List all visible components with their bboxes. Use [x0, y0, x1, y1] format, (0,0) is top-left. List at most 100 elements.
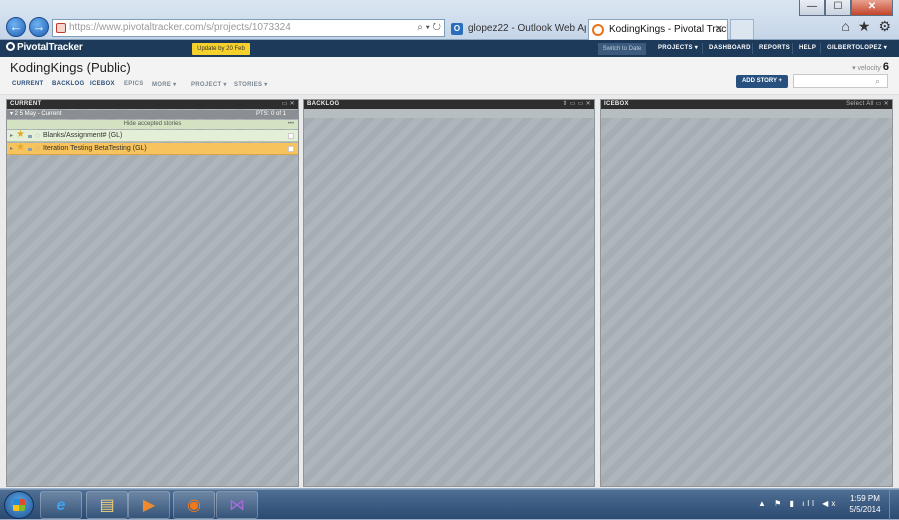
tab-more[interactable]: MORE ▾ [152, 81, 176, 88]
iteration-points: PTS: 0 of 1 [255, 111, 286, 117]
taskbar: e ▤ ▶ ◉ ⋈ ▲ ⚑ ▮ ıll ◀x 1:59 PM 5/5/2014 [0, 489, 899, 520]
panel-shade [601, 109, 892, 118]
current-panel: CURRENT ▭ ✕ ▾ 2 5 May - Current PTS: 0 o… [6, 99, 299, 487]
tray-clock[interactable]: 1:59 PM 5/5/2014 [845, 493, 885, 515]
nav-divider [820, 43, 821, 54]
nav-help[interactable]: HELP [799, 40, 816, 57]
system-tray-icons[interactable]: ▲ ⚑ ▮ ıll ◀x [758, 499, 838, 508]
browser-chrome: — ☐ ✕ ← → https://www.pivotaltracker.com… [0, 0, 899, 40]
url-text: https://www.pivotaltracker.com/s/project… [69, 22, 291, 33]
velocity-value: 6 [882, 61, 889, 73]
icebox-panel: ICEBOX Select All ▭ ✕ [600, 99, 893, 487]
internet-explorer-icon[interactable]: e [40, 491, 82, 519]
nav-projects[interactable]: PROJECTS ▾ [658, 40, 698, 57]
outlook-icon: O [451, 23, 463, 35]
panel-title: BACKLOG [307, 101, 340, 107]
expand-arrow-icon[interactable]: ▸ [10, 143, 13, 155]
project-bar: KodingKings (Public) ▾ velocity 6 CURRENT… [0, 57, 899, 95]
current-panel-header: CURRENT ▭ ✕ [7, 100, 298, 109]
tab-project[interactable]: PROJECT ▾ [191, 81, 227, 88]
tab-outlook[interactable]: O glopez22 - Outlook Web App [448, 19, 586, 40]
backlog-panel: BACKLOG ⇕ ▭ ▭ ✕ [303, 99, 595, 487]
backlog-panel-header: BACKLOG ⇕ ▭ ▭ ✕ [304, 100, 594, 109]
tab-stories[interactable]: STORIES ▾ [234, 81, 268, 88]
tab-current[interactable]: CURRENT [12, 81, 43, 87]
panel-shade [304, 109, 594, 118]
tab-label: glopez22 - Outlook Web App [468, 23, 586, 34]
panel-tools-icon[interactable]: Select All ▭ ✕ [846, 100, 889, 109]
window-controls: — ☐ ✕ [799, 0, 893, 16]
forward-button[interactable]: → [29, 17, 49, 37]
show-desktop-button[interactable] [889, 490, 899, 520]
story-title: Blanks/Assignment# (GL) [43, 132, 123, 139]
star-icon[interactable]: ★ [16, 129, 25, 141]
switch-to-date-button[interactable]: Switch to Date [598, 43, 646, 55]
panel-tools-icon[interactable]: ▭ ✕ [282, 100, 295, 109]
close-tab-icon[interactable]: ✕ [715, 20, 723, 40]
nav-reports[interactable]: REPORTS [759, 40, 790, 57]
estimate-bar-icon [28, 135, 32, 138]
search-input[interactable] [793, 74, 888, 88]
minimize-button[interactable]: — [799, 0, 825, 16]
hide-accepted-toggle[interactable]: Hide accepted stories ••• [7, 120, 298, 129]
back-button[interactable]: ← [6, 17, 26, 37]
settings-gear-icon[interactable]: ⚙ [878, 18, 891, 35]
maximize-button[interactable]: ☐ [825, 0, 851, 16]
velocity-label: ▾ velocity [852, 65, 881, 72]
comment-icon: ◌ [35, 131, 40, 140]
clock-date: 5/5/2014 [849, 505, 881, 514]
velocity-indicator[interactable]: ▾ velocity 6 [852, 61, 889, 73]
nav-divider [752, 43, 753, 54]
file-explorer-icon[interactable]: ▤ [86, 491, 128, 519]
icebox-panel-header: ICEBOX Select All ▭ ✕ [601, 100, 892, 109]
tab-epics[interactable]: EPICS [124, 81, 144, 87]
more-dots-icon[interactable]: ••• [288, 120, 294, 129]
tab-backlog[interactable]: BACKLOG [52, 81, 84, 87]
new-tab-button[interactable] [730, 19, 754, 39]
address-tools-icon[interactable]: ⌕ ▾ ↻ [417, 20, 441, 36]
story-checkbox[interactable] [288, 146, 294, 152]
panel-title: CURRENT [10, 101, 42, 107]
search-icon[interactable]: ⌕ [875, 76, 880, 87]
comment-icon: ◌ [35, 144, 40, 153]
workspace: CURRENT ▭ ✕ ▾ 2 5 May - Current PTS: 0 o… [0, 95, 899, 488]
update-badge[interactable]: Update by 20 Feb [192, 43, 250, 55]
tab-icebox[interactable]: ICEBOX [90, 81, 115, 87]
star-icon[interactable]: ★ [16, 142, 25, 154]
home-icon[interactable]: ⌂ [841, 18, 849, 35]
estimate-bar-icon [28, 148, 32, 151]
tab-label: KodingKings - Pivotal Tracker [609, 24, 728, 35]
nav-user-menu[interactable]: GILBERTOLOPEZ ▾ [827, 40, 887, 57]
app-header: PivotalTracker Update by 20 Feb Switch t… [0, 40, 899, 57]
address-bar[interactable]: https://www.pivotaltracker.com/s/project… [52, 19, 445, 37]
iteration-label: ▾ 2 5 May - Current [10, 111, 62, 117]
windows-logo-icon [13, 499, 25, 511]
story-checkbox[interactable] [288, 133, 294, 139]
story-row[interactable]: ▸ ★ ◌ Blanks/Assignment# (GL) [7, 129, 298, 142]
visual-studio-icon[interactable]: ⋈ [216, 491, 258, 519]
nav-divider [702, 43, 703, 54]
add-story-button[interactable]: ADD STORY + [736, 75, 788, 88]
expand-arrow-icon[interactable]: ▸ [10, 130, 13, 142]
hide-accepted-label: Hide accepted stories [123, 121, 182, 127]
browser-tools: ⌂ ★ ⚙ [841, 18, 891, 35]
panel-tools-icon[interactable]: ⇕ ▭ ▭ ✕ [563, 100, 592, 109]
clock-time: 1:59 PM [850, 494, 880, 503]
story-row[interactable]: ▸ ★ ◌ Iteration Testing BetaTesting (GL) [7, 142, 298, 155]
panel-title: ICEBOX [604, 101, 629, 107]
close-window-button[interactable]: ✕ [851, 0, 893, 16]
pivotal-logo-icon [6, 42, 15, 51]
iteration-row[interactable]: ▾ 2 5 May - Current PTS: 0 of 1 [7, 110, 298, 119]
logo-text: PivotalTracker [17, 42, 83, 53]
site-favicon-icon [56, 23, 66, 33]
favorites-icon[interactable]: ★ [858, 18, 871, 35]
pivotal-logo[interactable]: PivotalTracker [6, 42, 83, 53]
story-title: Iteration Testing BetaTesting (GL) [43, 145, 147, 152]
media-player-icon[interactable]: ▶ [128, 491, 170, 519]
project-title: KodingKings (Public) [10, 60, 131, 75]
pivotal-icon [592, 24, 604, 36]
tab-pivotal[interactable]: KodingKings - Pivotal Tracker ✕ [588, 19, 728, 40]
firefox-icon[interactable]: ◉ [173, 491, 215, 519]
start-button[interactable] [4, 491, 34, 519]
nav-dashboard[interactable]: DASHBOARD [709, 40, 751, 57]
